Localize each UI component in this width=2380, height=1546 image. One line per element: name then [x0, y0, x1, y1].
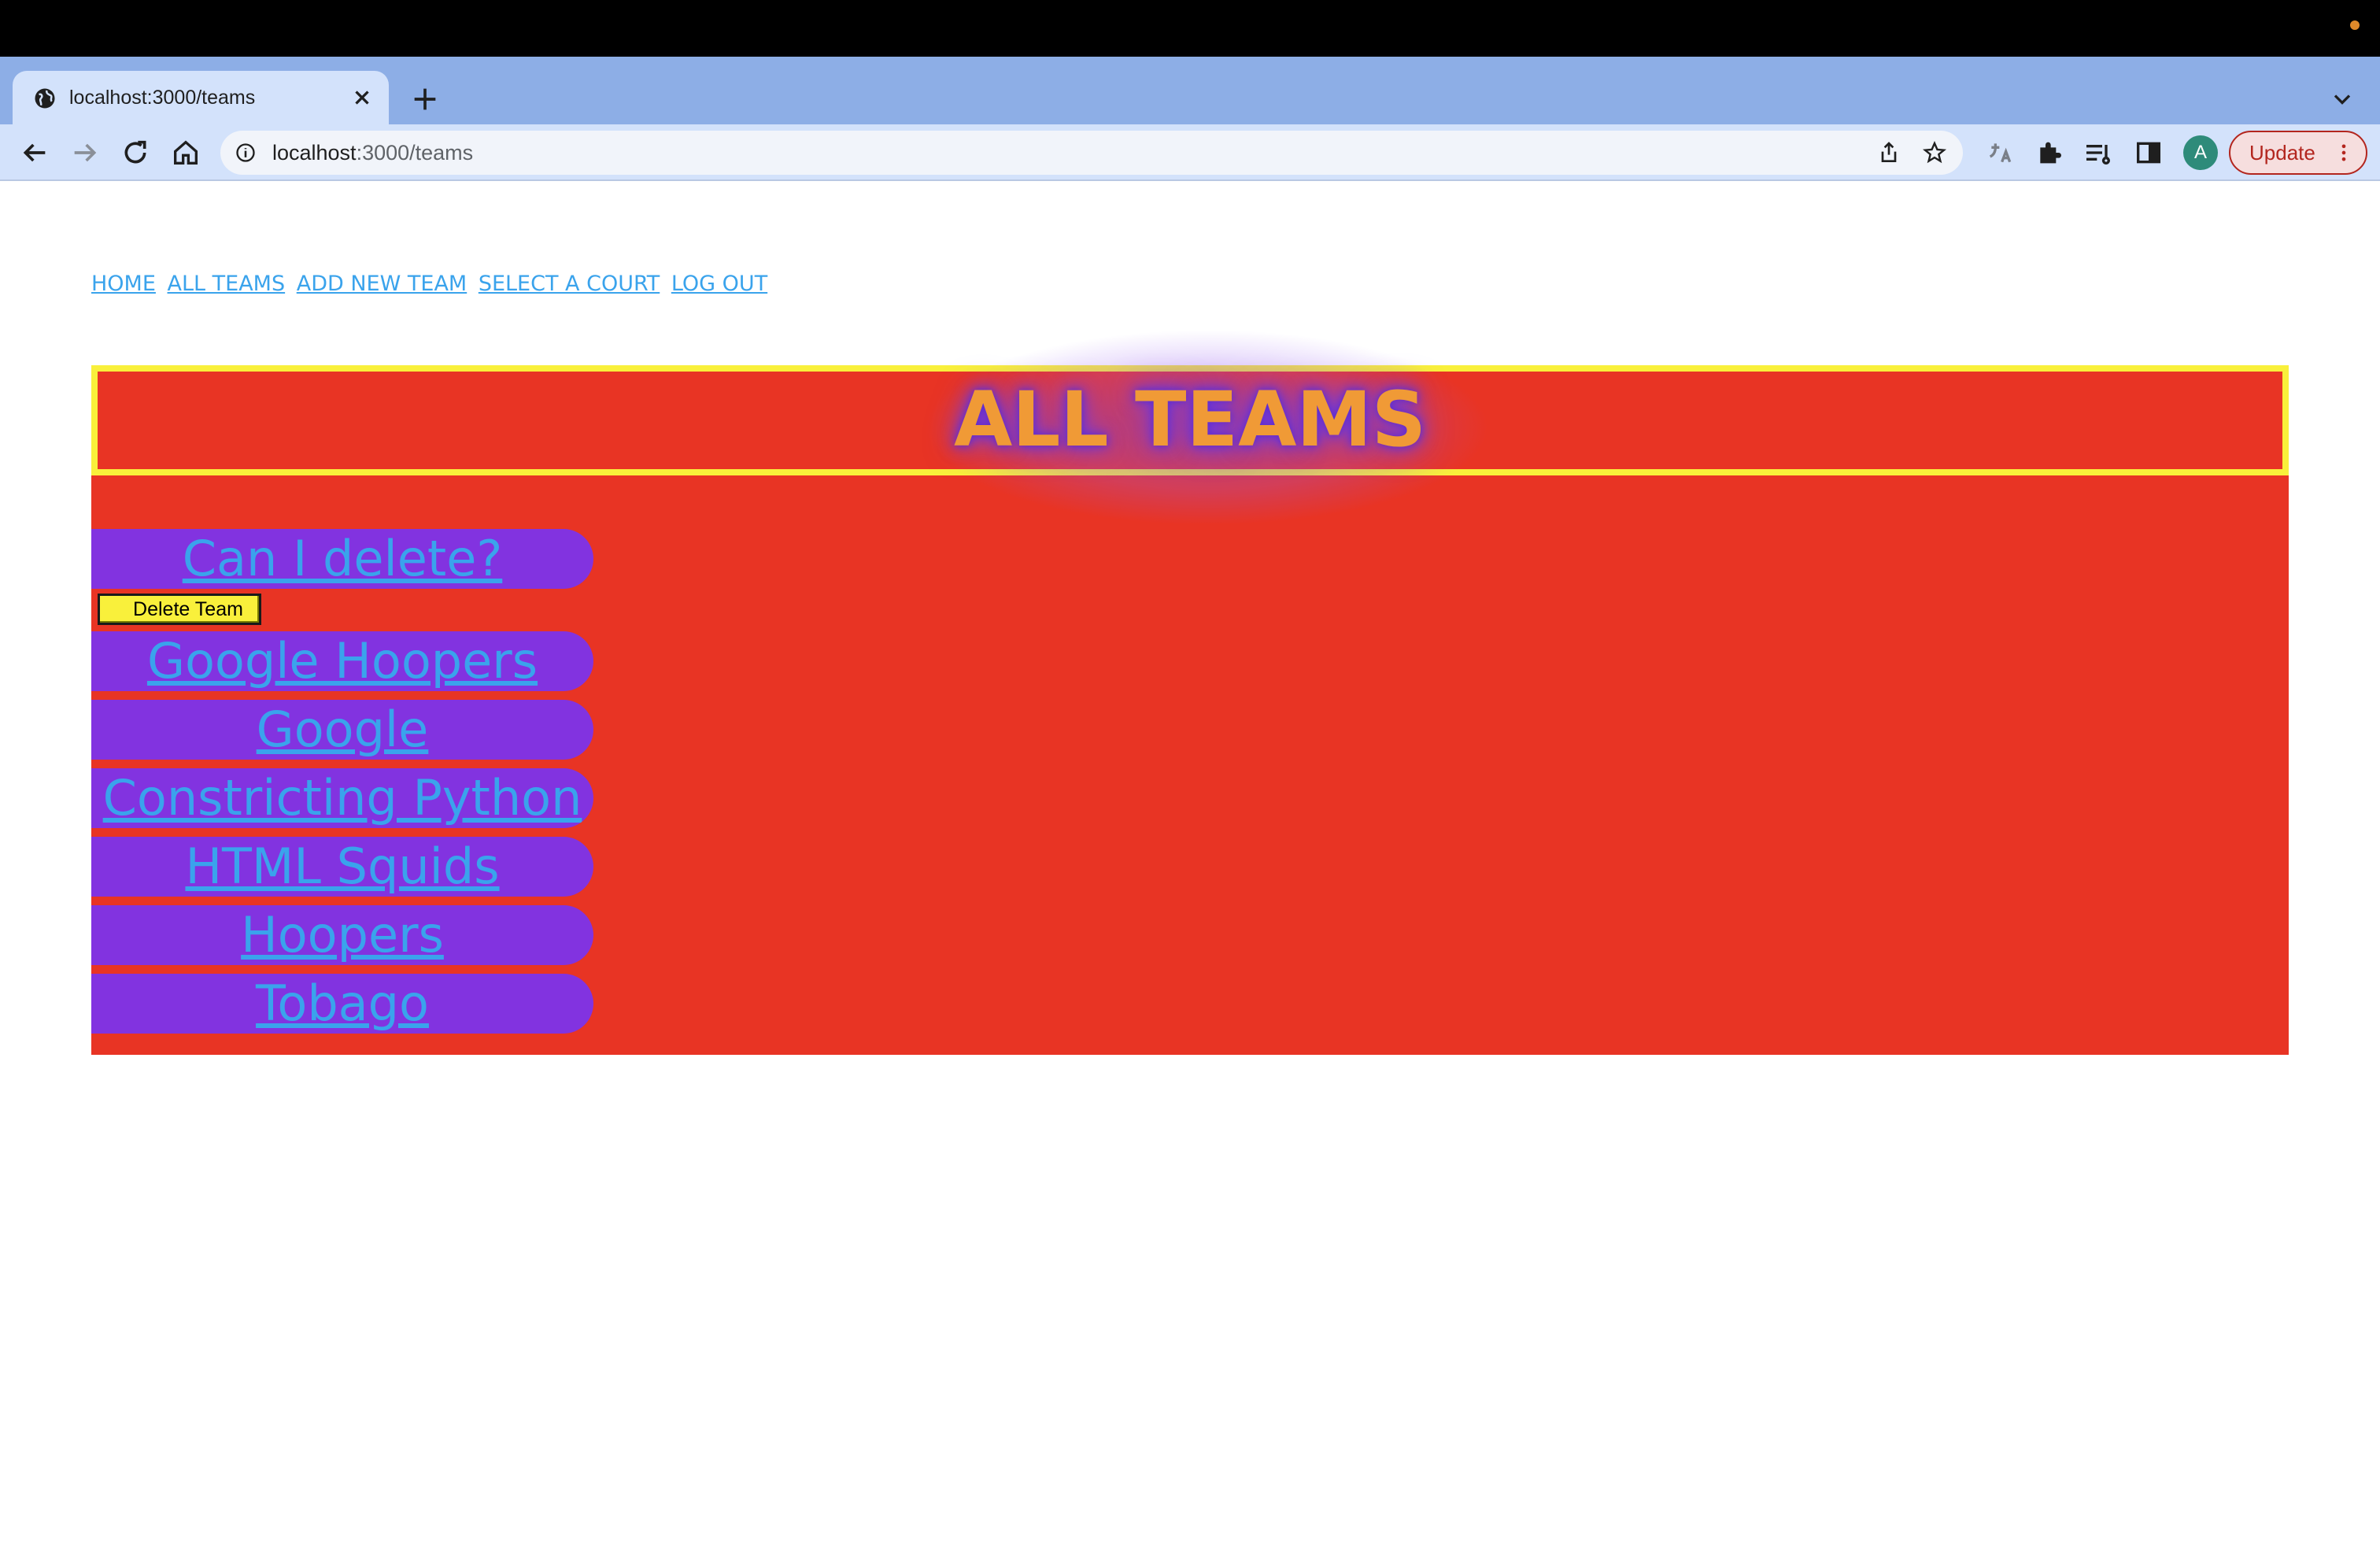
team-item: Hoopers	[91, 905, 593, 965]
team-link[interactable]: Constricting Python	[103, 769, 582, 827]
nav-home-link[interactable]: HOME	[91, 272, 156, 296]
nav-all-teams-link[interactable]: ALL TEAMS	[168, 272, 286, 296]
extensions-puzzle-icon[interactable]	[2034, 137, 2065, 168]
browser-toolbar: localhost:3000/teams A Update	[0, 124, 2380, 181]
recording-indicator-icon	[2350, 20, 2360, 30]
browser-tab-strip: localhost:3000/teams	[0, 57, 2380, 124]
team-link[interactable]: HTML Squids	[185, 838, 499, 895]
team-item: Tobago	[91, 974, 593, 1034]
share-icon[interactable]	[1876, 140, 1901, 165]
forward-arrow-icon[interactable]	[69, 137, 101, 168]
team-item: Google Hoopers	[91, 631, 593, 691]
update-label: Update	[2249, 141, 2315, 165]
team-link[interactable]: Google	[257, 701, 429, 758]
new-tab-plus-icon[interactable]	[409, 83, 441, 115]
url-text: localhost:3000/teams	[272, 140, 473, 165]
more-menu-icon[interactable]	[2333, 142, 2355, 164]
browser-tab-active[interactable]: localhost:3000/teams	[13, 71, 389, 124]
teams-panel: ALL TEAMS Can I delete? Delete Team Goog…	[91, 329, 2289, 1055]
team-link[interactable]: Tobago	[256, 975, 429, 1032]
tab-title: localhost:3000/teams	[69, 87, 256, 109]
side-panel-icon[interactable]	[2133, 137, 2164, 168]
team-item: Can I delete?	[91, 529, 593, 589]
profile-avatar[interactable]: A	[2183, 135, 2218, 170]
close-tab-icon[interactable]	[348, 83, 376, 112]
reading-list-icon[interactable]	[2082, 137, 2114, 168]
back-arrow-icon[interactable]	[19, 137, 50, 168]
page-title: ALL TEAMS	[953, 375, 1427, 464]
reload-icon[interactable]	[120, 137, 151, 168]
home-icon[interactable]	[170, 137, 201, 168]
team-item: Constricting Python	[91, 768, 593, 828]
update-button[interactable]: Update	[2229, 131, 2367, 175]
top-nav: HOME ALL TEAMS ADD NEW TEAM SELECT A COU…	[91, 271, 772, 298]
delete-team-button[interactable]: Delete Team	[98, 594, 261, 625]
teams-header: ALL TEAMS	[91, 329, 2289, 526]
nav-log-out-link[interactable]: LOG OUT	[671, 272, 767, 296]
site-info-icon[interactable]	[235, 142, 257, 164]
url-host: localhost	[272, 141, 357, 165]
url-path: :3000/teams	[356, 141, 474, 165]
globe-icon	[35, 88, 55, 109]
bookmark-star-icon[interactable]	[1922, 140, 1947, 165]
team-link[interactable]: Hoopers	[241, 906, 444, 963]
translate-extension-icon[interactable]	[1985, 137, 2016, 168]
tab-search-chevron-icon[interactable]	[2328, 85, 2356, 113]
team-item: HTML Squids	[91, 837, 593, 897]
page-content: HOME ALL TEAMS ADD NEW TEAM SELECT A COU…	[0, 183, 2380, 1546]
address-bar[interactable]: localhost:3000/teams	[220, 131, 1963, 175]
team-link[interactable]: Can I delete?	[183, 530, 503, 587]
os-menu-bar	[0, 0, 2380, 57]
nav-add-new-team-link[interactable]: ADD NEW TEAM	[297, 272, 468, 296]
nav-select-court-link[interactable]: SELECT A COURT	[479, 272, 660, 296]
team-link[interactable]: Google Hoopers	[147, 632, 538, 690]
team-item: Google	[91, 700, 593, 760]
